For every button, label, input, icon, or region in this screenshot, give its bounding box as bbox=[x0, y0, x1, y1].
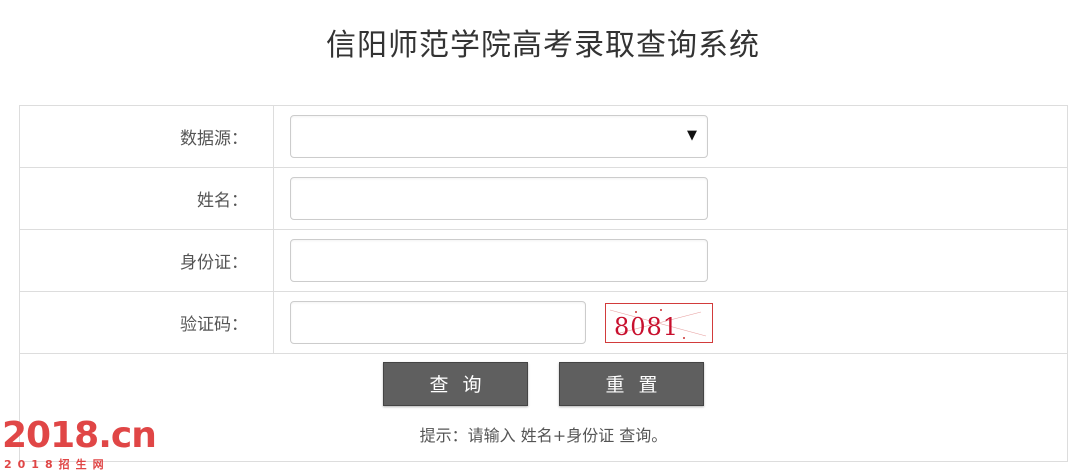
hint-prefix: 提示：请输入 bbox=[419, 426, 516, 445]
id-card-row: 身份证： bbox=[19, 229, 1068, 292]
data-source-select[interactable]: ▼ bbox=[290, 115, 708, 158]
watermark-main-text: 2018.cn bbox=[2, 415, 157, 456]
name-row: 姓名： bbox=[19, 167, 1068, 230]
id-card-input[interactable] bbox=[290, 239, 708, 282]
captcha-text: 8081 bbox=[614, 313, 679, 341]
query-button[interactable]: 查询 bbox=[382, 362, 528, 406]
watermark-logo: 2018.cn 2018招生网 bbox=[2, 408, 157, 476]
captcha-input[interactable] bbox=[290, 301, 586, 344]
name-label: 姓名： bbox=[19, 167, 274, 230]
chevron-down-icon: ▼ bbox=[687, 128, 697, 143]
hint-suffix: 查询。 bbox=[619, 426, 668, 445]
hint-text: 提示：请输入 姓名+身份证 查询。 bbox=[20, 422, 1067, 446]
actions-row: 查询 重置 提示：请输入 姓名+身份证 查询。 bbox=[19, 353, 1068, 462]
data-source-row: 数据源： ▼ bbox=[19, 105, 1068, 168]
captcha-label: 验证码： bbox=[19, 291, 274, 354]
reset-button[interactable]: 重置 bbox=[559, 362, 705, 406]
id-card-label: 身份证： bbox=[19, 229, 274, 292]
page-title: 信阳师范学院高考录取查询系统 bbox=[326, 28, 760, 63]
hint-fields: 姓名+身份证 bbox=[520, 426, 615, 445]
watermark-sub-text: 2018招生网 bbox=[4, 458, 110, 471]
captcha-row: 验证码： 8081 bbox=[19, 291, 1068, 354]
name-input[interactable] bbox=[290, 177, 708, 220]
data-source-label: 数据源： bbox=[19, 105, 274, 168]
captcha-image[interactable]: 8081 bbox=[605, 302, 714, 343]
query-form: 数据源： ▼ 姓名： 身份证： 验证码： 8081 查询 重置 提示：请输入 姓… bbox=[19, 105, 1068, 462]
